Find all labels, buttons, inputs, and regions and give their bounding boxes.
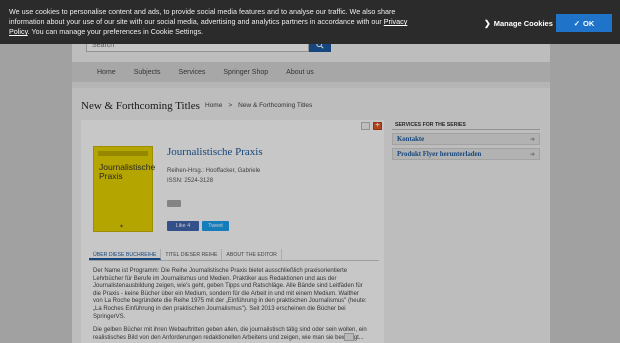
arrow-icon: ➔ (529, 151, 535, 158)
breadcrumb: Home > New & Forthcoming Titles (205, 102, 312, 109)
publisher-logo-icon: ◈ (120, 223, 124, 228)
nav-services[interactable]: Services (170, 69, 215, 76)
nav-about-us[interactable]: About us (277, 69, 323, 76)
toolbar-icons: + (361, 122, 382, 130)
cookie-message: We use cookies to personalise content an… (9, 7, 414, 37)
cookie-text-start: We use cookies to personalise content an… (9, 7, 396, 26)
ok-button[interactable]: ✓ OK (556, 14, 612, 32)
sidebar: SERVICES FOR THE SERIES Kontakte ➔ Produ… (392, 120, 540, 160)
tab-bar: ÜBER DIESE BUCHREIHE TITEL DIESER REIHE … (89, 249, 379, 261)
breadcrumb-separator: > (228, 102, 233, 109)
rss-button[interactable] (167, 200, 181, 207)
sidebar-header: SERVICES FOR THE SERIES (392, 120, 540, 130)
manage-cookies-label: Manage Cookies (493, 18, 553, 28)
tab-about-editor[interactable]: ABOUT THE EDITOR (222, 249, 282, 260)
cover-band (98, 151, 148, 156)
tweet-button[interactable]: Tweet (202, 221, 229, 231)
nav-divider (72, 82, 550, 88)
sidebar-item-label: Produkt Flyer herunterladen (397, 150, 482, 158)
main-nav: Home Subjects Services Springer Shop Abo… (72, 62, 550, 82)
check-icon: ✓ (573, 18, 581, 28)
issn: ISSN: 2524-3128 (167, 178, 214, 184)
tab-series-titles[interactable]: TITEL DIESER REIHE (161, 249, 223, 260)
print-icon[interactable] (361, 122, 370, 130)
plus-icon[interactable]: + (373, 122, 382, 130)
cover-title: Journalistische Praxis (99, 162, 156, 181)
nav-springer-shop[interactable]: Springer Shop (214, 69, 277, 76)
facebook-like-button[interactable]: Like 4 (167, 221, 199, 231)
nav-subjects[interactable]: Subjects (125, 69, 170, 76)
share-icon[interactable] (344, 333, 354, 341)
sidebar-item-flyer[interactable]: Produkt Flyer herunterladen ➔ (392, 148, 540, 160)
chevron-right-icon: ❯ (484, 18, 491, 28)
book-title: Journalistische Praxis (167, 146, 263, 158)
breadcrumb-home[interactable]: Home (205, 102, 222, 109)
cookie-text-end: . You can manage your preferences in Coo… (27, 27, 204, 36)
tab-about-series[interactable]: ÜBER DIESE BUCHREIHE (89, 249, 162, 260)
main-content: + Journalistische Praxis ◈ Journalistisc… (81, 120, 384, 343)
ok-label: OK (583, 18, 595, 28)
arrow-icon: ➔ (529, 136, 535, 143)
sidebar-item-kontakte[interactable]: Kontakte ➔ (392, 133, 540, 145)
series-description-continued: Die gelben Bücher mit ihren Webauftritte… (93, 327, 367, 341)
series-editor: Reihen-Hrsg.: Hooffacker, Gabriele (167, 168, 261, 174)
breadcrumb-current: New & Forthcoming Titles (238, 102, 313, 109)
sidebar-item-label: Kontakte (397, 135, 425, 143)
manage-cookies-button[interactable]: ❯ Manage Cookies (480, 15, 557, 31)
book-cover[interactable]: Journalistische Praxis ◈ (93, 146, 156, 232)
series-description: Der Name ist Programm: Die Reihe Journal… (93, 268, 367, 320)
page-title: New & Forthcoming Titles (81, 100, 200, 112)
cookie-banner: We use cookies to personalise content an… (0, 0, 620, 44)
nav-home[interactable]: Home (88, 69, 125, 76)
